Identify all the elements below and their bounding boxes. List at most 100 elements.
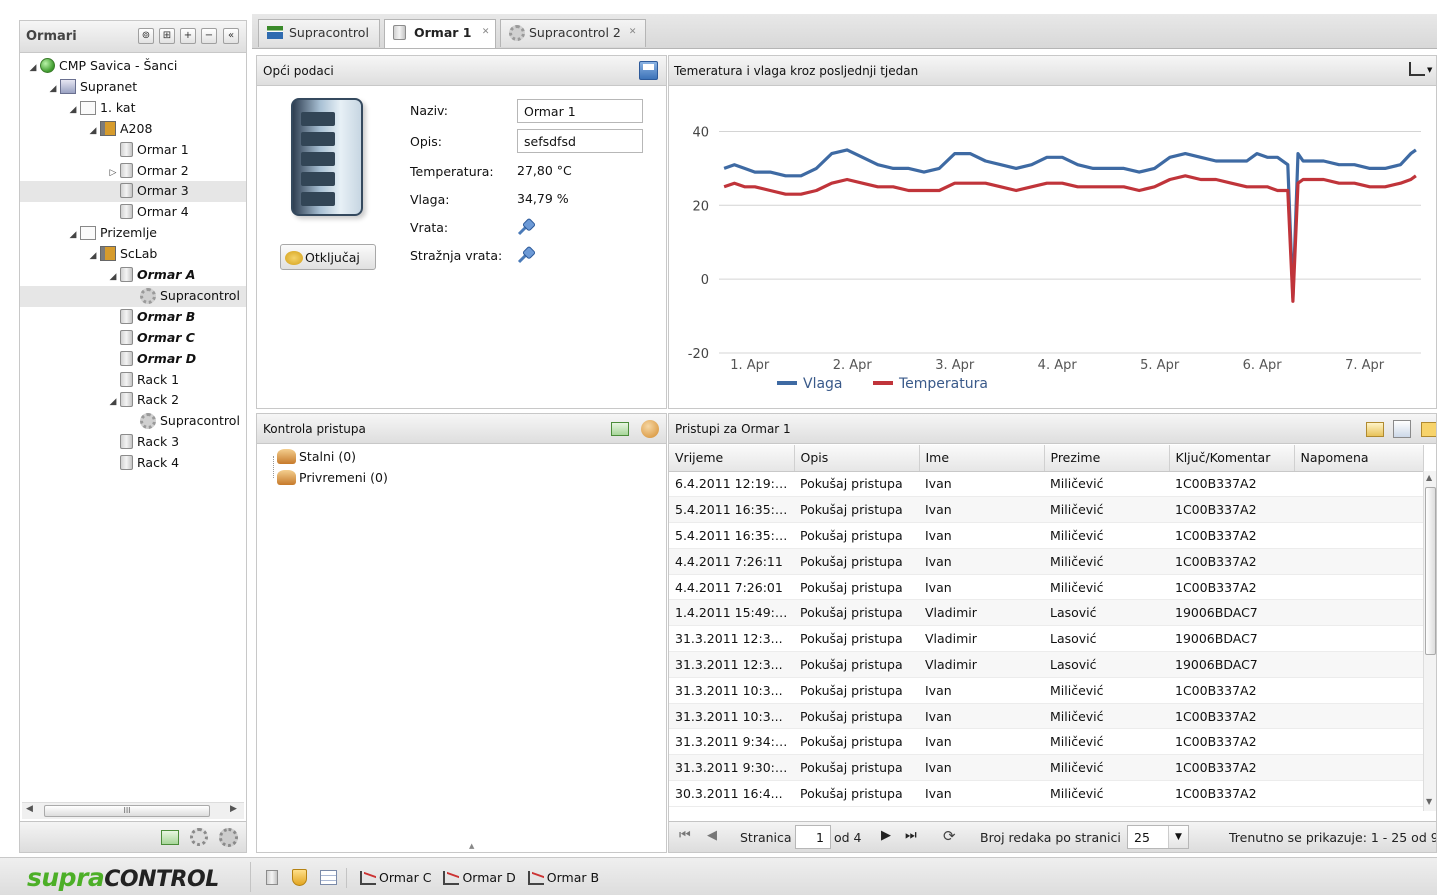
save-icon[interactable] xyxy=(639,61,658,80)
tree-toggle-icon[interactable]: ◢ xyxy=(86,246,100,266)
gear-icon[interactable] xyxy=(190,828,208,846)
tab-supracontrol-2[interactable]: Supracontrol 2 ✕ xyxy=(500,19,646,47)
tree-node-ormar-b[interactable]: Ormar B xyxy=(106,307,195,327)
collapse-panel-icon[interactable]: « xyxy=(223,28,239,44)
page-input[interactable]: 1 xyxy=(795,825,831,849)
close-tab-icon[interactable]: ✕ xyxy=(629,27,637,37)
footer-link-ormar-d[interactable]: Ormar D xyxy=(443,870,516,885)
column-header[interactable]: Ime xyxy=(919,445,1045,472)
column-header[interactable]: Vrijeme xyxy=(669,445,795,472)
excel-icon[interactable] xyxy=(1421,422,1436,437)
tree-node-supranet[interactable]: ◢ Supranet xyxy=(46,77,137,97)
rows-per-page-select[interactable]: 25 ▼ xyxy=(1127,825,1189,849)
close-tab-icon[interactable]: ✕ xyxy=(482,27,490,37)
tree-toggle-icon[interactable]: ◢ xyxy=(86,121,100,141)
tree-toggle-icon[interactable]: ◢ xyxy=(26,58,40,78)
table-row[interactable]: 4.4.2011 7:26:11 Pokušaj pristupa Ivan Mili… xyxy=(669,548,1423,575)
table-row[interactable]: 31.3.2011 10:3... Pokušaj pristupa Ivan Mil… xyxy=(669,677,1423,704)
tree-toggle-icon[interactable]: ◢ xyxy=(66,100,80,120)
table-row[interactable]: 31.3.2011 12:3... Pokušaj pristupa Vladimi… xyxy=(669,625,1423,653)
tree-node-1-kat[interactable]: ◢ 1. kat xyxy=(66,98,135,118)
tree-node-ormar-2[interactable]: ▷ Ormar 2 xyxy=(106,161,189,181)
next-page-icon[interactable]: ▶ xyxy=(881,828,891,843)
column-header[interactable]: Napomena xyxy=(1294,445,1424,472)
scroll-left-icon[interactable]: ◀ xyxy=(26,804,33,814)
table-cell xyxy=(1294,651,1423,678)
scroll-up-icon[interactable]: ▲ xyxy=(1426,473,1432,482)
table-row[interactable]: 6.4.2011 12:19:27 Pokušaj pristupa Ivan Mil… xyxy=(669,471,1423,498)
column-header[interactable]: Prezime xyxy=(1044,445,1170,472)
scroll-thumb[interactable]: III xyxy=(44,805,210,817)
table-row[interactable]: 31.3.2011 9:34:22 Pokušaj pristupa Ivan Mil… xyxy=(669,728,1423,756)
column-header[interactable]: Ključ/Komentar xyxy=(1169,445,1295,472)
tree-toggle-icon[interactable]: ◢ xyxy=(106,267,120,287)
tree-node-supracontrol[interactable]: Supracontrol xyxy=(126,286,240,306)
tree-node-a208[interactable]: ◢ A208 xyxy=(86,119,152,139)
shield-icon[interactable] xyxy=(292,869,307,886)
table-row[interactable]: 31.3.2011 10:3... Pokušaj pristupa Ivan Mil… xyxy=(669,703,1423,730)
first-page-icon[interactable]: ⏮ xyxy=(679,828,691,843)
tree-toggle-icon[interactable]: ◢ xyxy=(106,392,120,412)
tree-node-sclab[interactable]: ◢ ScLab xyxy=(86,244,157,264)
tree-node-ormar-c[interactable]: Ormar C xyxy=(106,328,195,348)
users-icon[interactable] xyxy=(641,420,659,438)
tree-node-rack-2[interactable]: ◢ Rack 2 xyxy=(106,390,179,410)
temporary-access-item[interactable]: Privremeni (0) xyxy=(277,468,388,488)
unlock-button[interactable]: Otključaj xyxy=(280,244,376,270)
tree-node-supracontrol[interactable]: Supracontrol xyxy=(126,411,240,431)
refresh-log-icon[interactable] xyxy=(1366,422,1384,437)
tree-node-ormar-d[interactable]: Ormar D xyxy=(106,349,196,369)
cabinet-icon[interactable] xyxy=(266,870,278,885)
table-row[interactable]: 31.3.2011 12:3... Pokušaj pristupa Vladimi… xyxy=(669,651,1423,678)
naziv-field[interactable]: Ormar 1 xyxy=(517,99,643,123)
tree-node-ormar-1[interactable]: Ormar 1 xyxy=(106,140,189,160)
table-icon[interactable] xyxy=(320,870,337,885)
column-header[interactable]: Opis xyxy=(794,445,920,472)
tree-node-rack-1[interactable]: Rack 1 xyxy=(106,370,179,390)
log-vertical-scrollbar[interactable]: ▲ ▼ xyxy=(1423,471,1436,811)
tree-node-ormar-3[interactable]: Ormar 3 xyxy=(106,181,189,201)
footer-link-ormar-c[interactable]: Ormar C xyxy=(360,870,431,885)
tree-toggle-icon[interactable]: ◢ xyxy=(46,79,60,99)
tree-node-rack-4[interactable]: Rack 4 xyxy=(106,453,179,473)
table-row[interactable]: 4.4.2011 7:26:01 Pokušaj pristupa Ivan Mili… xyxy=(669,574,1423,601)
export-icon[interactable] xyxy=(611,422,629,436)
chart-options-icon[interactable]: ▼ xyxy=(1407,62,1433,78)
tree-node-prizemlje[interactable]: ◢ Prizemlje xyxy=(66,223,157,243)
scroll-thumb[interactable] xyxy=(1425,487,1436,655)
export-log-icon[interactable] xyxy=(1393,420,1411,438)
back-door-plug-icon xyxy=(517,246,536,264)
table-row[interactable]: 5.4.2011 16:35:19 Pokušaj pristupa Ivan Mil… xyxy=(669,496,1423,524)
export-icon[interactable] xyxy=(161,830,179,845)
table-row[interactable]: 30.3.2011 16:4... Pokušaj pristupa Ivan Mil… xyxy=(669,780,1423,807)
temperature-humidity-chart: -20 0 20 40 1. Apr 2. Apr 3. Apr 4. Apr 5. Apr 6.… xyxy=(688,125,1421,392)
table-row[interactable]: 1.4.2011 15:49:05 Pokušaj pristupa Vladimi… xyxy=(669,599,1423,627)
last-page-icon[interactable]: ⏭ xyxy=(905,828,917,843)
permanent-access-item[interactable]: Stalni (0) xyxy=(277,447,356,467)
table-row[interactable]: 5.4.2011 16:35:16 Pokušaj pristupa Ivan Mil… xyxy=(669,522,1423,549)
tree-horizontal-scrollbar[interactable]: ◀ III ▶ xyxy=(22,802,244,819)
tab-ormar-1[interactable]: Ormar 1 ✕ xyxy=(384,19,496,48)
refresh-icon[interactable]: ⊚ xyxy=(138,28,154,44)
table-row[interactable]: 31.3.2011 9:30:49 Pokušaj pristupa Ivan Mil… xyxy=(669,754,1423,782)
scroll-down-icon[interactable]: ▼ xyxy=(1426,797,1432,806)
table-cell: 1C00B337A2 xyxy=(1169,728,1294,756)
footer-link-ormar-b[interactable]: Ormar B xyxy=(527,870,599,885)
tree-node-rack-3[interactable]: Rack 3 xyxy=(106,432,179,452)
splitter-handle[interactable]: ▲ xyxy=(469,842,481,850)
tab-supracontrol[interactable]: Supracontrol xyxy=(258,19,380,47)
scroll-right-icon[interactable]: ▶ xyxy=(230,804,237,814)
tree-node-ormar-a[interactable]: ◢ Ormar A xyxy=(106,265,195,285)
gears-icon[interactable] xyxy=(219,828,238,847)
prev-page-icon[interactable]: ◀ xyxy=(707,828,717,843)
tree-toggle-icon[interactable]: ▷ xyxy=(106,163,120,183)
refresh-icon[interactable]: ⟳ xyxy=(943,827,956,845)
tree-node-cmp-savica-anci[interactable]: ◢ CMP Savica - Šanci xyxy=(26,56,177,76)
expand-all-icon[interactable]: + xyxy=(180,28,196,44)
opis-field[interactable]: sefsdfsd xyxy=(517,129,643,153)
tree-node-ormar-4[interactable]: Ormar 4 xyxy=(106,202,189,222)
collapse-all-icon[interactable]: − xyxy=(201,28,217,44)
chevron-down-icon[interactable]: ▼ xyxy=(1168,826,1188,848)
binoculars-icon[interactable]: ⊞ xyxy=(159,28,175,44)
tree-toggle-icon[interactable]: ◢ xyxy=(66,225,80,245)
